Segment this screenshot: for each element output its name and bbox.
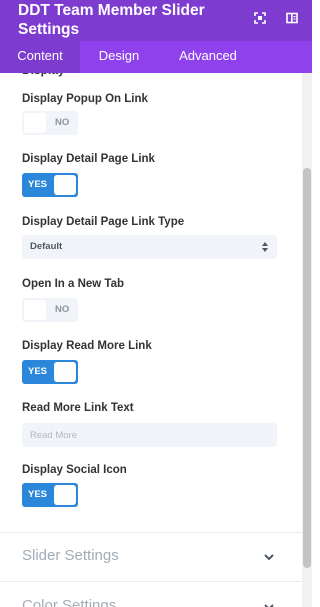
panel-scrollbar[interactable]	[302, 73, 312, 607]
read-more-link-label: Display Read More Link	[22, 340, 152, 352]
social-icon-toggle[interactable]: YES	[22, 483, 78, 507]
section-title: Slider Settings	[22, 547, 119, 564]
toggle-state: YES	[28, 489, 48, 500]
expand-icon[interactable]	[252, 10, 268, 26]
tab-content[interactable]: Content	[0, 41, 80, 73]
section-slider-settings[interactable]: Slider Settings	[0, 533, 302, 583]
section-title: Color Settings	[22, 597, 117, 607]
detail-page-link-type-select[interactable]: Default	[22, 235, 277, 259]
section-divider	[0, 581, 302, 582]
popup-link-toggle[interactable]: NO	[22, 111, 78, 135]
toggle-state: NO	[55, 304, 70, 315]
settings-header: DDT Team Member Slider Settings	[0, 0, 312, 41]
toggle-knob	[54, 175, 76, 195]
chevron-down-icon	[264, 554, 274, 561]
detail-page-link-toggle[interactable]: YES	[22, 173, 78, 197]
new-tab-label: Open In a New Tab	[22, 278, 125, 290]
toggle-state: YES	[28, 179, 48, 190]
sidebar-layout-icon[interactable]	[284, 10, 300, 26]
toggle-knob	[24, 113, 46, 133]
read-more-link-toggle[interactable]: YES	[22, 360, 78, 384]
toggle-knob	[54, 485, 76, 505]
social-icon-label: Display Social Icon	[22, 464, 127, 476]
read-more-text-label: Read More Link Text	[22, 402, 134, 414]
toggle-state: NO	[55, 117, 70, 128]
toggle-state: YES	[28, 366, 48, 377]
toggle-knob	[24, 300, 46, 320]
scrollbar-thumb[interactable]	[303, 168, 311, 568]
settings-panel: Display Display Popup On Link NO Display…	[0, 73, 302, 607]
tab-design[interactable]: Design	[80, 41, 158, 73]
chevron-down-icon	[264, 604, 274, 607]
clipped-field-label: Display	[22, 73, 65, 77]
modal-title: DDT Team Member Slider Settings	[18, 2, 205, 38]
section-color-settings[interactable]: Color Settings	[0, 583, 302, 607]
toggle-knob	[54, 362, 76, 382]
detail-page-link-label: Display Detail Page Link	[22, 153, 155, 165]
tab-bar: Content Design Advanced	[0, 41, 312, 73]
read-more-text-input[interactable]	[22, 423, 277, 447]
tab-advanced[interactable]: Advanced	[158, 41, 258, 73]
new-tab-toggle[interactable]: NO	[22, 298, 78, 322]
select-value: Default	[30, 241, 63, 252]
select-arrows-icon	[262, 242, 268, 252]
popup-link-label: Display Popup On Link	[22, 93, 148, 105]
detail-page-link-type-label: Display Detail Page Link Type	[22, 216, 185, 228]
